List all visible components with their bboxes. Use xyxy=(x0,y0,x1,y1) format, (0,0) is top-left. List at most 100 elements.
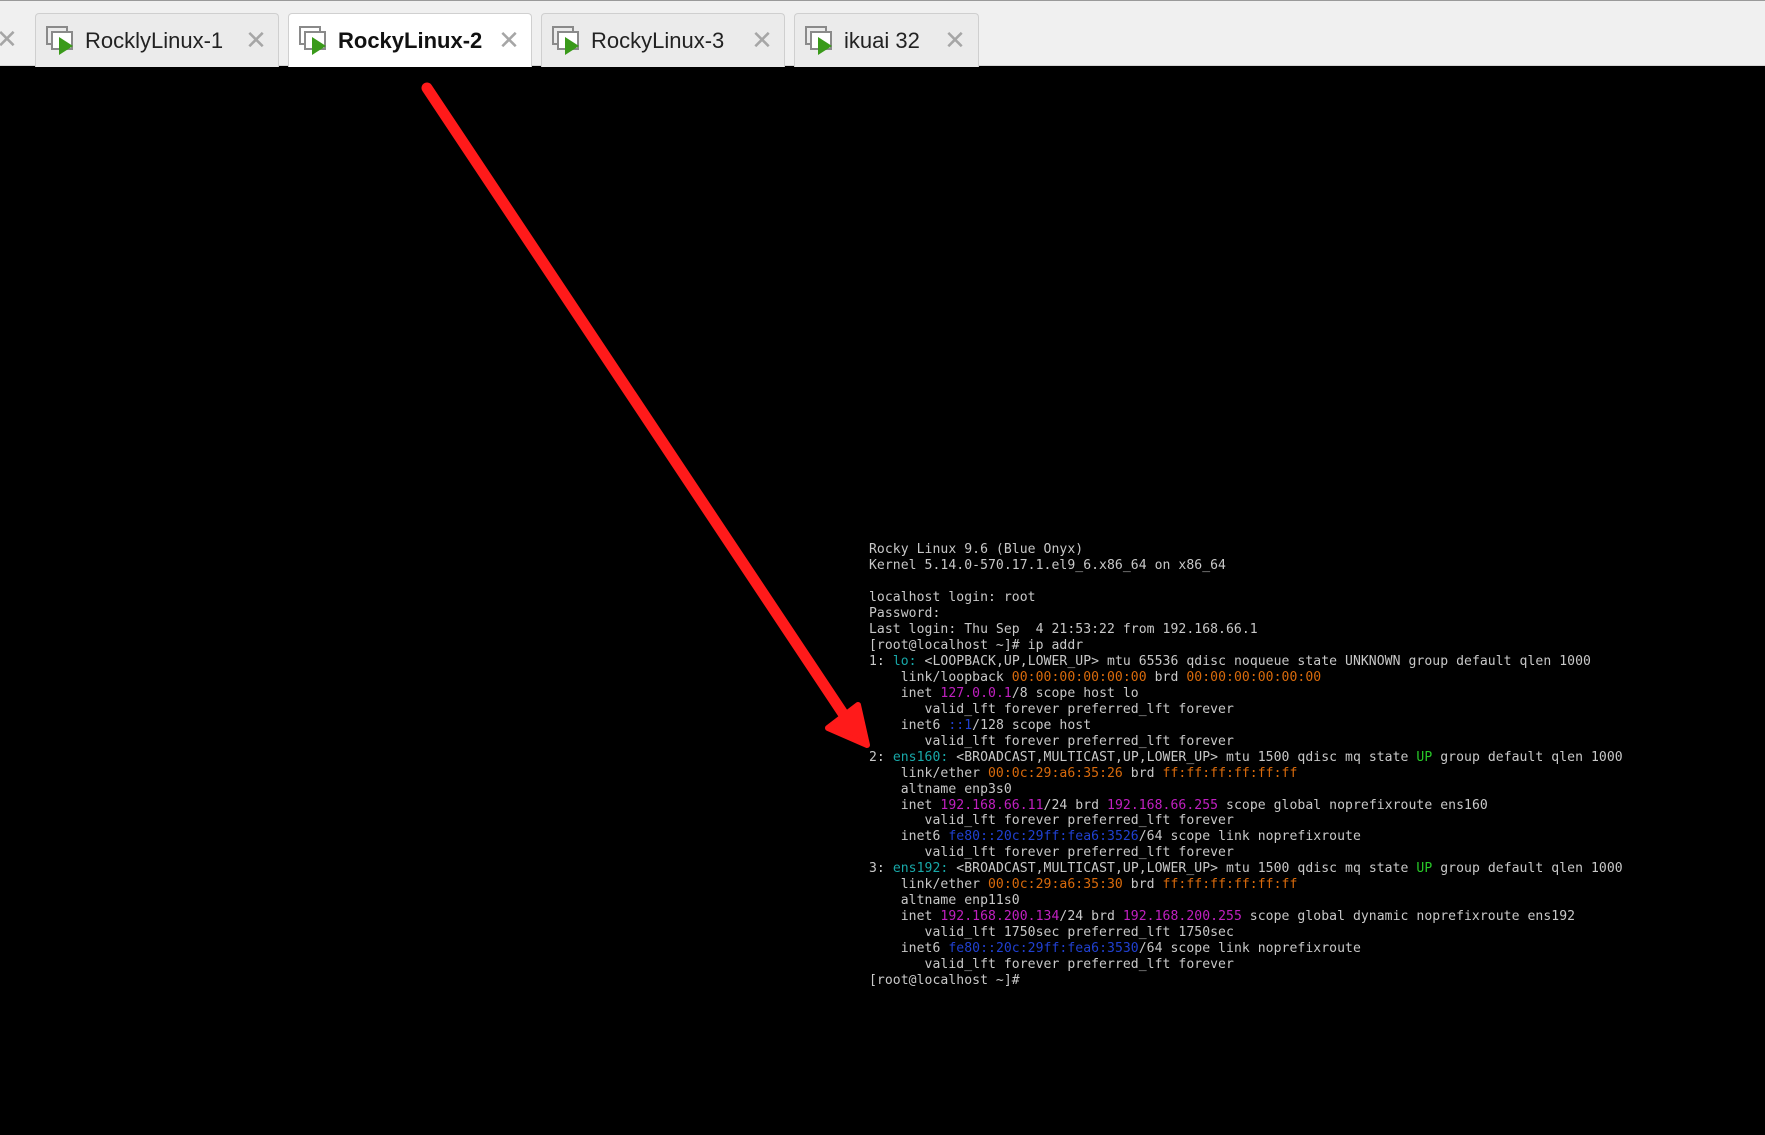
console-line: inet6 ::1/128 scope host xyxy=(869,718,1749,734)
console-text: lo: xyxy=(892,653,917,669)
console-text: brd xyxy=(1122,765,1163,781)
console-line: Password: xyxy=(869,606,1749,622)
console-text: /24 brd xyxy=(1043,797,1108,813)
console-text: inet6 xyxy=(869,941,949,957)
tab-label: RockyLinux-3 xyxy=(591,28,725,53)
console-text: 127.0.0.1 xyxy=(940,685,1012,701)
tab-rockylinux-2[interactable]: RockyLinux-2 ✕ xyxy=(288,13,532,67)
console-line: inet6 fe80::20c:29ff:fea6:3526/64 scope … xyxy=(869,829,1749,845)
console-text: 00:0c:29:a6:35:30 xyxy=(988,877,1123,893)
console-text: 00:0c:29:a6:35:26 xyxy=(988,765,1123,781)
console-text: Kernel 5.14.0-570.17.1.el9_6.x86_64 on x… xyxy=(869,557,1226,573)
console-line: altname enp11s0 xyxy=(869,893,1749,909)
console-text: [root@localhost ~]# ip addr xyxy=(869,637,1084,653)
tab-label: ikuai 32 xyxy=(844,28,920,53)
console-text: fe80::20c:29ff:fea6:3530 xyxy=(948,941,1139,957)
console-text: valid_lft forever preferred_lft forever xyxy=(869,957,1234,973)
console-text: /64 scope link noprefixroute xyxy=(1138,941,1361,957)
console-line: valid_lft forever preferred_lft forever xyxy=(869,813,1749,829)
console-text: 192.168.66.11 xyxy=(940,797,1044,813)
console-line: link/ether 00:0c:29:a6:35:26 brd ff:ff:f… xyxy=(869,766,1749,782)
console-text: 1: xyxy=(869,653,893,669)
console-text: valid_lft forever preferred_lft forever xyxy=(869,701,1234,717)
console-text: /128 scope host xyxy=(972,717,1092,733)
console-line: inet 192.168.200.134/24 brd 192.168.200.… xyxy=(869,909,1749,925)
tab-rockylinux-1[interactable]: RocklyLinux-1 ✕ xyxy=(35,13,279,67)
console-text: group default qlen 1000 xyxy=(1432,749,1623,765)
console-text: UP xyxy=(1416,749,1433,765)
console-text: 3: xyxy=(869,861,893,877)
close-icon[interactable]: ✕ xyxy=(497,27,521,53)
console-line: inet6 fe80::20c:29ff:fea6:3530/64 scope … xyxy=(869,941,1749,957)
console-line: inet 127.0.0.1/8 scope host lo xyxy=(869,686,1749,702)
console-text: 00:00:00:00:00:00 xyxy=(1011,669,1147,685)
console-line: valid_lft 1750sec preferred_lft 1750sec xyxy=(869,925,1749,941)
close-icon[interactable]: ✕ xyxy=(244,27,268,53)
console-text: 192.168.200.134 xyxy=(940,909,1060,925)
vm-console[interactable]: Rocky Linux 9.6 (Blue Onyx) Kernel 5.14.0… xyxy=(869,542,1749,1002)
tab-label: RocklyLinux-1 xyxy=(85,28,224,53)
vm-tab-bar: ✕ RocklyLinux-1 ✕ RockyLinux-2 ✕ RockyLi… xyxy=(0,0,1765,67)
console-text: /24 brd xyxy=(1059,909,1123,925)
console-line: valid_lft forever preferred_lft forever xyxy=(869,734,1749,750)
console-text: altname enp3s0 xyxy=(869,781,1012,797)
console-text: 00:00:00:00:00:00 xyxy=(1186,669,1322,685)
console-text: inet xyxy=(869,797,941,813)
vm-play-icon xyxy=(299,26,326,55)
console-text: <BROADCAST,MULTICAST,UP,LOWER_UP> mtu 15… xyxy=(948,749,1417,765)
console-line: valid_lft forever preferred_lft forever xyxy=(869,845,1749,861)
close-icon[interactable]: ✕ xyxy=(943,27,967,53)
vm-play-icon xyxy=(805,26,832,55)
console-line: valid_lft forever preferred_lft forever xyxy=(869,957,1749,973)
vm-play-icon xyxy=(552,26,579,55)
console-text: ff:ff:ff:ff:ff:ff xyxy=(1162,877,1298,893)
console-line: link/ether 00:0c:29:a6:35:30 brd ff:ff:f… xyxy=(869,877,1749,893)
console-text: UP xyxy=(1416,861,1433,877)
console-text: valid_lft 1750sec preferred_lft 1750sec xyxy=(869,925,1234,941)
console-text: /8 scope host lo xyxy=(1011,685,1139,701)
console-text: /64 scope link noprefixroute xyxy=(1138,829,1361,845)
console-text: [root@localhost ~]# xyxy=(869,973,1020,989)
console-line: inet 192.168.66.11/24 brd 192.168.66.255… xyxy=(869,798,1749,814)
console-line: link/loopback 00:00:00:00:00:00 brd 00:0… xyxy=(869,670,1749,686)
console-text: 2: xyxy=(869,749,893,765)
console-text: Rocky Linux 9.6 (Blue Onyx) xyxy=(869,542,1084,557)
console-text: link/ether xyxy=(869,765,988,781)
console-text: scope global dynamic noprefixroute ens19… xyxy=(1241,909,1576,925)
console-text: scope global noprefixroute ens160 xyxy=(1218,797,1488,813)
console-text: 192.168.66.255 xyxy=(1107,797,1219,813)
close-icon[interactable]: ✕ xyxy=(750,27,774,53)
close-icon[interactable]: ✕ xyxy=(0,26,18,52)
console-line: 1: lo: <LOOPBACK,UP,LOWER_UP> mtu 65536 … xyxy=(869,654,1749,670)
console-text: inet xyxy=(869,685,941,701)
console-text: <LOOPBACK,UP,LOWER_UP> mtu 65536 qdisc n… xyxy=(916,653,1591,669)
console-text: valid_lft forever preferred_lft forever xyxy=(869,733,1234,749)
console-text: inet6 xyxy=(869,829,949,845)
console-text: link/ether xyxy=(869,877,988,893)
console-text: brd xyxy=(1146,669,1187,685)
console-text: ens160: xyxy=(892,749,949,765)
console-text: ::1 xyxy=(948,717,973,733)
console-text: link/loopback xyxy=(869,669,1012,685)
console-text: inet6 xyxy=(869,717,949,733)
console-text: <BROADCAST,MULTICAST,UP,LOWER_UP> mtu 15… xyxy=(948,861,1417,877)
console-line: 3: ens192: <BROADCAST,MULTICAST,UP,LOWER… xyxy=(869,861,1749,877)
console-text: 192.168.200.255 xyxy=(1122,909,1242,925)
console-text: fe80::20c:29ff:fea6:3526 xyxy=(948,829,1139,845)
console-line: localhost login: root xyxy=(869,590,1749,606)
console-text: valid_lft forever preferred_lft forever xyxy=(869,845,1234,861)
tab-ikuai-32[interactable]: ikuai 32 ✕ xyxy=(794,13,979,67)
console-text: Password: xyxy=(869,605,941,621)
console-line: Last login: Thu Sep 4 21:53:22 from 192.… xyxy=(869,622,1749,638)
console-text: altname enp11s0 xyxy=(869,893,1020,909)
console-text: valid_lft forever preferred_lft forever xyxy=(869,813,1234,829)
vm-play-icon xyxy=(46,26,73,55)
console-text: group default qlen 1000 xyxy=(1432,861,1623,877)
tab-rockylinux-3[interactable]: RockyLinux-3 ✕ xyxy=(541,13,785,67)
console-line: Kernel 5.14.0-570.17.1.el9_6.x86_64 on x… xyxy=(869,558,1749,574)
console-text: inet xyxy=(869,909,941,925)
console-text: Last login: Thu Sep 4 21:53:22 from 192.… xyxy=(869,621,1258,637)
console-line: [root@localhost ~]# xyxy=(869,973,1749,989)
console-line: 2: ens160: <BROADCAST,MULTICAST,UP,LOWER… xyxy=(869,750,1749,766)
